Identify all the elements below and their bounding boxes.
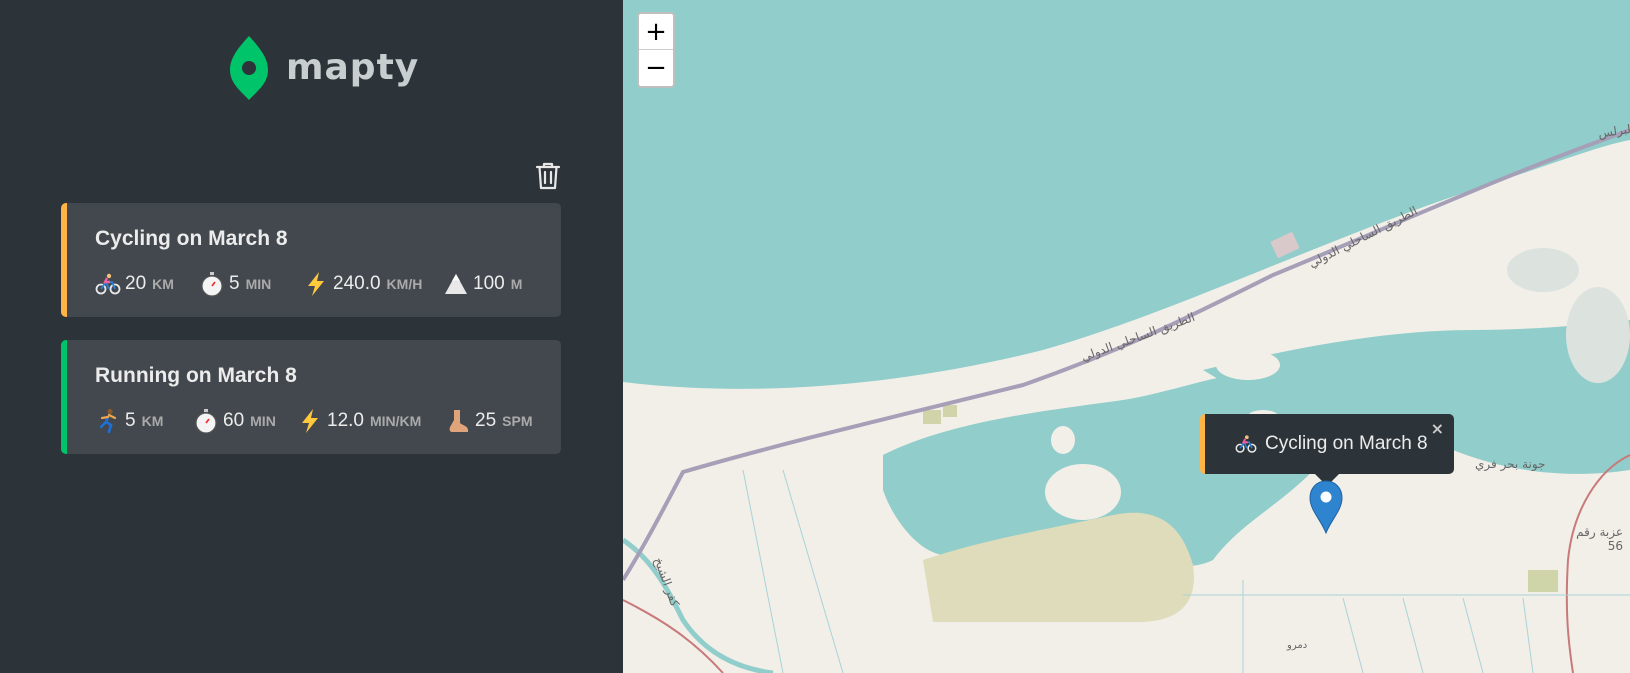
workout-details: 5 km 60 min	[95, 404, 561, 438]
close-icon[interactable]: ×	[1431, 419, 1444, 438]
duration-detail: 60 min	[193, 404, 276, 438]
distance-detail: 20 km	[95, 267, 174, 301]
popup-text: Cycling on March 8	[1265, 433, 1428, 454]
zoom-in-button[interactable]: +	[639, 14, 673, 50]
lightning-icon	[297, 407, 323, 435]
cadence-detail: 25 spm	[445, 404, 532, 438]
mountain-icon	[443, 270, 469, 298]
workout-card-running[interactable]: Running on March 8 5 km	[61, 340, 561, 454]
sidebar: mapty Cycling on March 8 20 KM 5 MIN 240…	[0, 0, 623, 673]
pace-detail: 12.0 min/km	[297, 404, 421, 438]
distance-detail: 5 km	[95, 404, 163, 438]
trash-icon[interactable]	[535, 162, 561, 190]
map-pin-logo-icon	[230, 36, 268, 100]
workout-details: 20 km 5 min	[95, 267, 561, 301]
place-label: دمرو	[1287, 640, 1308, 651]
app-logo: mapty	[228, 34, 419, 102]
app-name: mapty	[286, 47, 420, 88]
place-label: جونة بحر فري	[1475, 457, 1546, 471]
cyclist-icon	[1235, 435, 1257, 453]
place-label: عزبة رقم 56	[1576, 525, 1623, 553]
workout-popup: Cycling on March 8 ×	[1200, 414, 1454, 486]
workout-title: Running on March 8	[95, 364, 297, 387]
stopwatch-icon	[199, 270, 225, 298]
lightning-icon	[303, 270, 329, 298]
map-marker-icon[interactable]	[1309, 480, 1343, 534]
duration-detail: 5 min	[199, 267, 271, 301]
stopwatch-icon	[193, 407, 219, 435]
zoom-control: + −	[637, 12, 675, 88]
map[interactable]: الطريق الساحلي الدولي الطريق الساحلي الد…	[623, 0, 1630, 673]
elevation-detail: 100 m	[443, 267, 522, 301]
workout-card-cycling[interactable]: Cycling on March 8 20 km	[61, 203, 561, 317]
cyclist-icon	[95, 270, 121, 298]
speed-detail: 240.0 km/h	[303, 267, 422, 301]
runner-icon	[95, 407, 121, 435]
foot-icon	[445, 407, 471, 435]
zoom-out-button[interactable]: −	[639, 50, 673, 86]
workout-title: Cycling on March 8	[95, 227, 288, 250]
